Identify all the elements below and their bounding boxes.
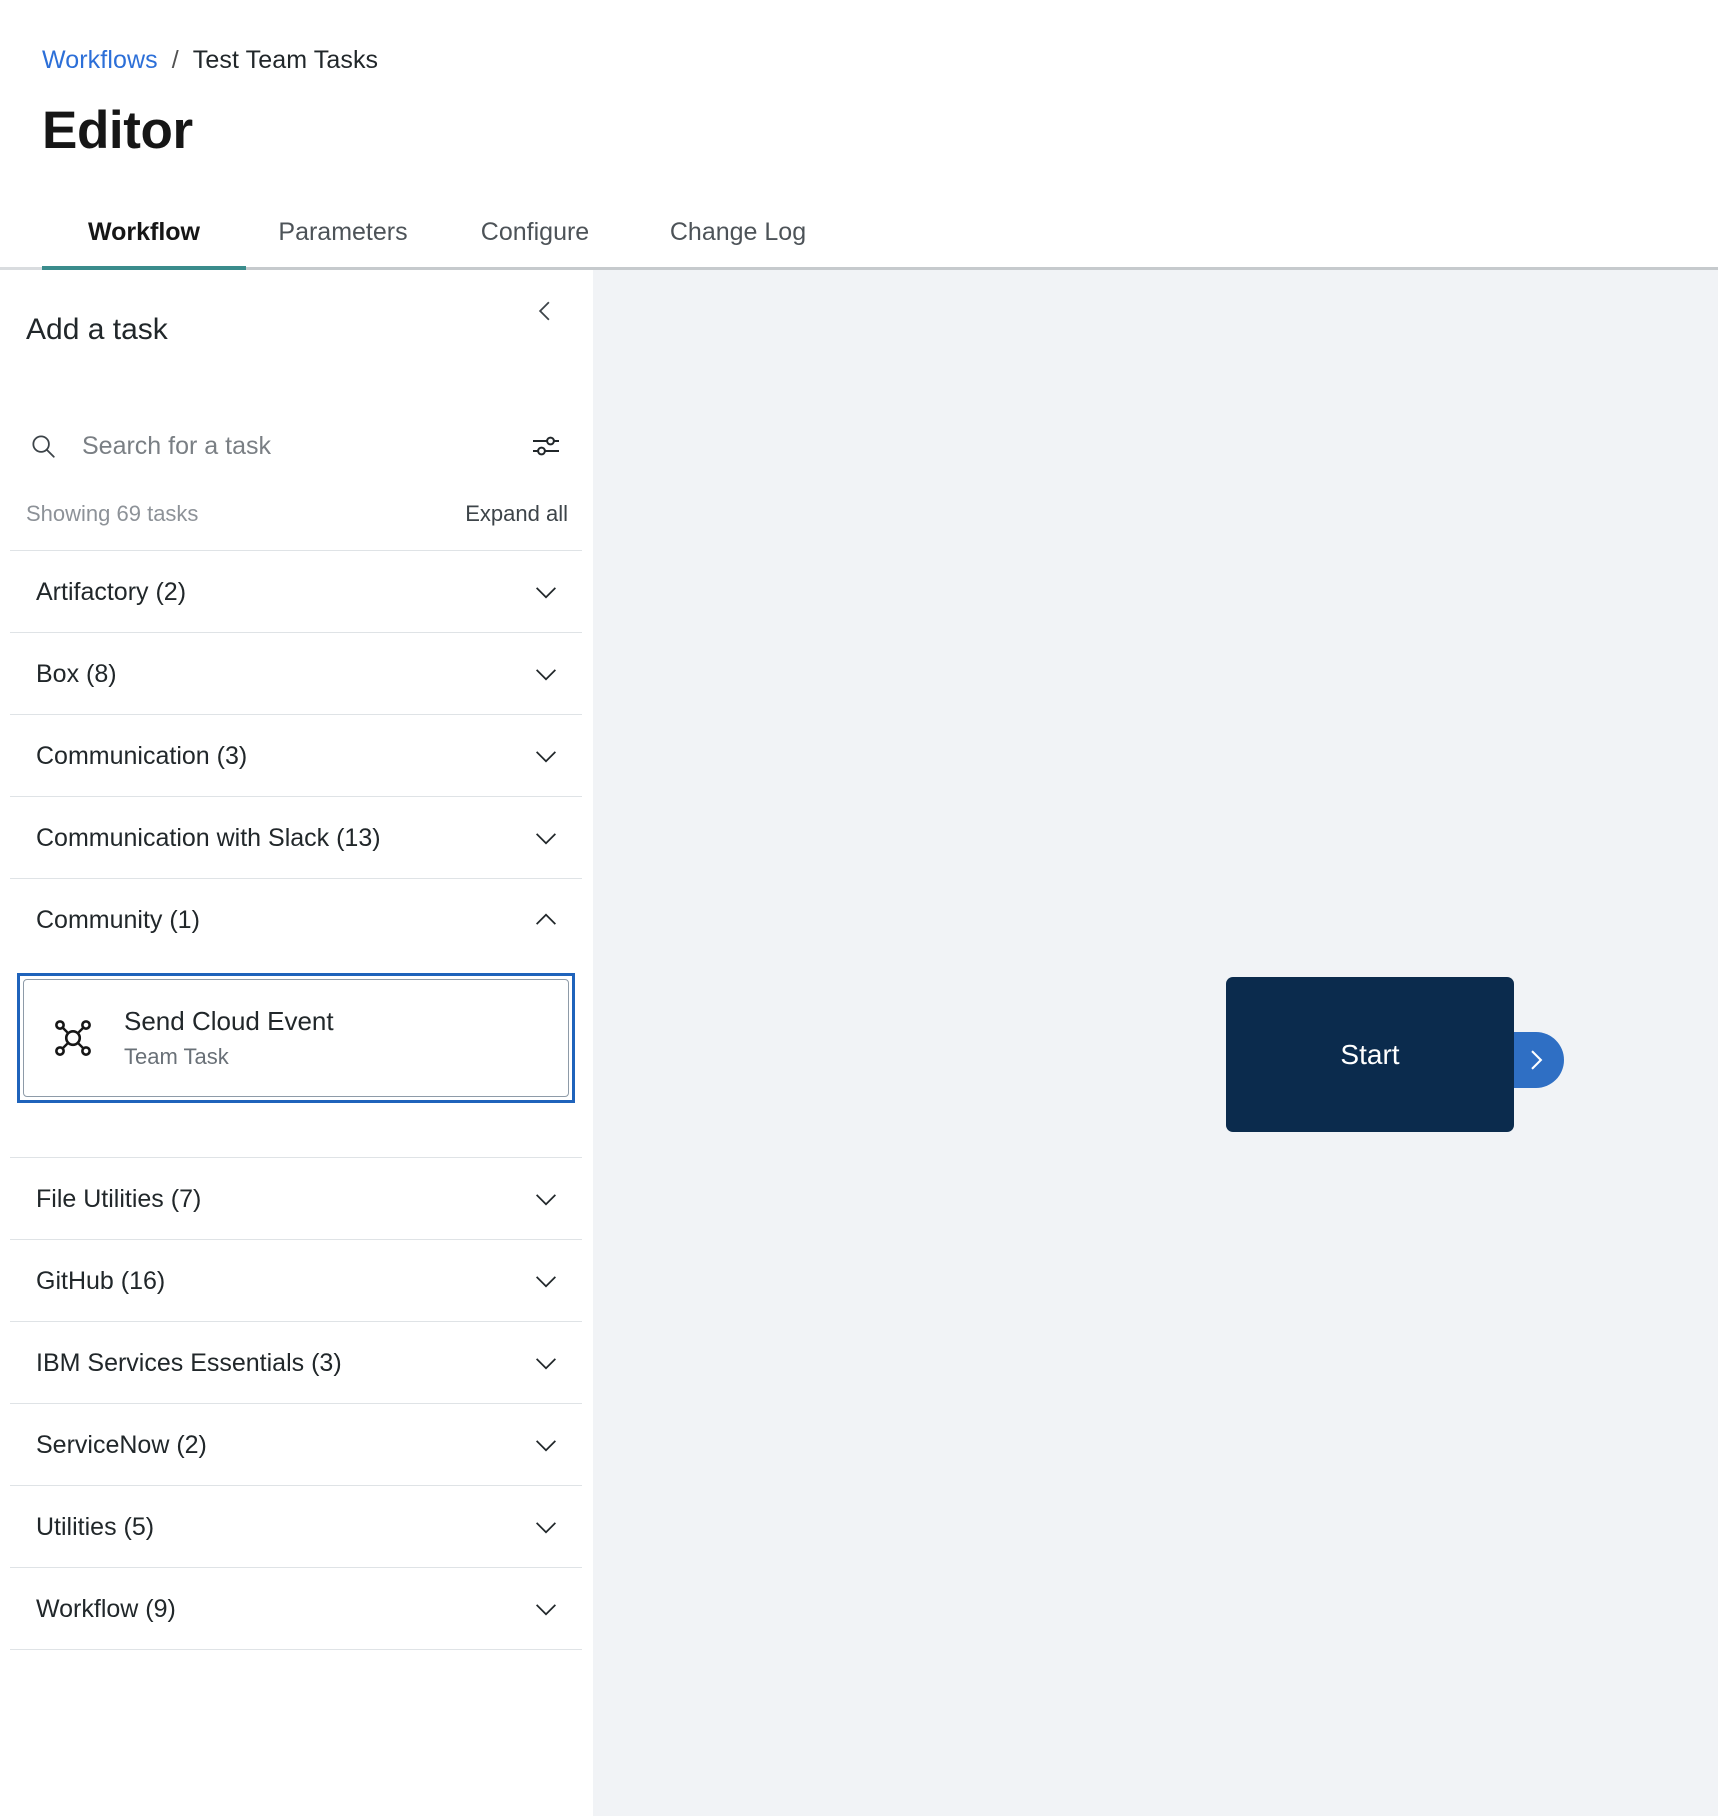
chevron-down-icon: [530, 1511, 562, 1543]
breadcrumb-current: Test Team Tasks: [192, 46, 379, 74]
task-count-row: Showing 69 tasks Expand all: [0, 486, 592, 550]
chevron-down-icon: [530, 658, 562, 690]
start-node[interactable]: Start: [1226, 977, 1514, 1132]
task-card-selection-ring: Send Cloud Event Team Task: [17, 973, 575, 1103]
category-label: Box (8): [36, 659, 117, 688]
category-label: File Utilities (7): [36, 1184, 202, 1213]
page-header: Workflows / Test Team Tasks Editor: [0, 0, 1718, 162]
chevron-down-icon: [530, 740, 562, 772]
chevron-left-icon[interactable]: [522, 288, 568, 334]
category-row-servicenow[interactable]: ServiceNow (2): [10, 1404, 582, 1486]
chevron-down-icon: [530, 1265, 562, 1297]
tab-configure[interactable]: Configure: [440, 216, 630, 270]
category-label: Communication (3): [36, 741, 248, 770]
category-row-file-utilities[interactable]: File Utilities (7): [10, 1158, 582, 1240]
community-task-list: Send Cloud Event Team Task: [10, 973, 582, 1158]
search-icon: [26, 429, 60, 463]
category-label: Artifactory (2): [36, 577, 187, 606]
category-label: GitHub (16): [36, 1266, 166, 1295]
search-input[interactable]: [82, 430, 524, 462]
chevron-down-icon: [530, 1429, 562, 1461]
task-card-subtitle: Team Task: [124, 1044, 229, 1069]
category-row-ibm-services-essentials[interactable]: IBM Services Essentials (3): [10, 1322, 582, 1404]
settings-adjust-glyph: [533, 436, 559, 456]
chevron-down-icon: [530, 576, 562, 608]
sidebar-header: Add a task: [0, 270, 592, 382]
add-task-panel: Add a task Search for a task Showing 69 …: [0, 270, 593, 1816]
search-glyph: [32, 435, 55, 458]
category-label: Community (1): [36, 906, 200, 934]
category-label: Utilities (5): [36, 1512, 155, 1541]
hub-network-glyph: [55, 1020, 91, 1056]
breadcrumb-separator: /: [171, 46, 179, 74]
tab-bar: Workflow Parameters Configure Change Log: [0, 200, 1718, 270]
showing-tasks-label: Showing 69 tasks: [26, 501, 199, 526]
task-search-row: [0, 406, 592, 486]
start-node-label: Start: [1340, 1038, 1400, 1070]
category-label: Communication with Slack (13): [36, 823, 381, 852]
category-row-artifactory[interactable]: Artifactory (2): [10, 551, 582, 633]
category-row-utilities[interactable]: Utilities (5): [10, 1486, 582, 1568]
category-row-communication-with-slack[interactable]: Communication with Slack (13): [10, 797, 582, 879]
expand-all-button[interactable]: Expand all: [465, 500, 568, 528]
tab-parameters[interactable]: Parameters: [246, 216, 440, 270]
category-label: IBM Services Essentials (3): [36, 1348, 342, 1377]
chevron-down-icon: [530, 822, 562, 854]
editor-page: Workflows / Test Team Tasks Editor Workf…: [0, 0, 1718, 1816]
chevron-down-icon: [530, 1183, 562, 1215]
category-label: ServiceNow (2): [36, 1430, 207, 1459]
chevron-up-icon: [530, 904, 562, 936]
category-row-github[interactable]: GitHub (16): [10, 1240, 582, 1322]
category-row-community[interactable]: Community (1): [10, 879, 582, 961]
hub-network-icon: [52, 1017, 94, 1059]
sidebar-title: Add a task: [26, 313, 168, 346]
breadcrumb-link-workflows[interactable]: Workflows: [42, 44, 158, 76]
breadcrumb: Workflows / Test Team Tasks: [42, 44, 1718, 76]
category-row-communication[interactable]: Communication (3): [10, 715, 582, 797]
category-row-box[interactable]: Box (8): [10, 633, 582, 715]
page-title: Editor: [42, 101, 193, 160]
task-card-send-cloud-event[interactable]: Send Cloud Event Team Task: [23, 979, 569, 1097]
task-card-text: Send Cloud Event Team Task: [124, 1004, 334, 1072]
settings-adjust-icon[interactable]: [524, 424, 568, 468]
editor-body: Add a task Search for a task Showing 69 …: [0, 270, 1718, 1816]
workflow-canvas[interactable]: Start: [593, 270, 1718, 1816]
chevron-down-icon: [530, 1347, 562, 1379]
tab-change-log[interactable]: Change Log: [630, 216, 846, 270]
task-category-list: Artifactory (2) Box (8) Communication (3…: [10, 550, 582, 1650]
chevron-left-glyph: [538, 301, 550, 321]
chevron-down-icon: [530, 1593, 562, 1625]
category-row-workflow[interactable]: Workflow (9): [10, 1568, 582, 1650]
task-card-title: Send Cloud Event: [124, 1006, 334, 1036]
chevron-right-icon: [1531, 1050, 1543, 1070]
tab-workflow[interactable]: Workflow: [42, 216, 246, 270]
category-label: Workflow (9): [36, 1594, 176, 1623]
